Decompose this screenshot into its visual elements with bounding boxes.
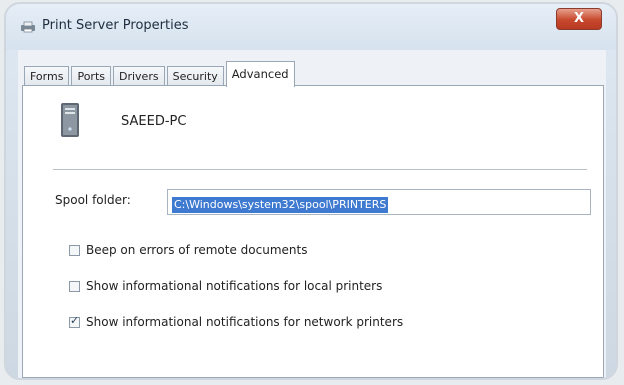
window-title: Print Server Properties (42, 18, 189, 33)
close-icon: X (573, 11, 585, 26)
spool-folder-value: C:\Windows\system32\spool\PRINTERS (172, 197, 389, 213)
local-notifications-checkbox[interactable] (69, 280, 80, 292)
beep-on-errors-checkbox[interactable] (69, 244, 80, 256)
network-notifications-option[interactable]: Show informational notifications for net… (69, 314, 403, 330)
tab-drivers[interactable]: Drivers (113, 66, 165, 86)
local-notifications-label: Show informational notifications for loc… (86, 279, 383, 293)
tab-strip: Forms Ports Drivers Security Advanced (24, 60, 297, 87)
beep-on-errors-label: Beep on errors of remote documents (86, 243, 308, 257)
computer-name: SAEED-PC (121, 114, 187, 129)
dialog-content: Forms Ports Drivers Security Advanced SA… (18, 50, 606, 378)
spool-folder-input[interactable]: C:\Windows\system32\spool\PRINTERS (167, 189, 591, 215)
network-notifications-checkbox[interactable] (69, 314, 80, 328)
tab-advanced[interactable]: Advanced (225, 61, 295, 87)
spool-folder-label: Spool folder: (55, 193, 131, 207)
close-button[interactable]: X (556, 8, 602, 30)
tab-forms[interactable]: Forms (24, 66, 70, 86)
title-bar[interactable]: Print Server Properties X (6, 4, 616, 50)
tab-ports[interactable]: Ports (71, 66, 111, 86)
computer-tower-icon (61, 103, 79, 137)
local-notifications-option[interactable]: Show informational notifications for loc… (69, 278, 382, 294)
advanced-tab-panel: SAEED-PC Spool folder: C:\Windows\system… (22, 85, 604, 378)
printer-icon (21, 21, 35, 33)
tab-security[interactable]: Security (166, 66, 224, 86)
print-server-properties-window: Print Server Properties X Forms Ports Dr… (4, 2, 618, 380)
network-notifications-label: Show informational notifications for net… (86, 315, 404, 329)
divider (53, 169, 587, 171)
beep-on-errors-option[interactable]: Beep on errors of remote documents (69, 242, 307, 258)
